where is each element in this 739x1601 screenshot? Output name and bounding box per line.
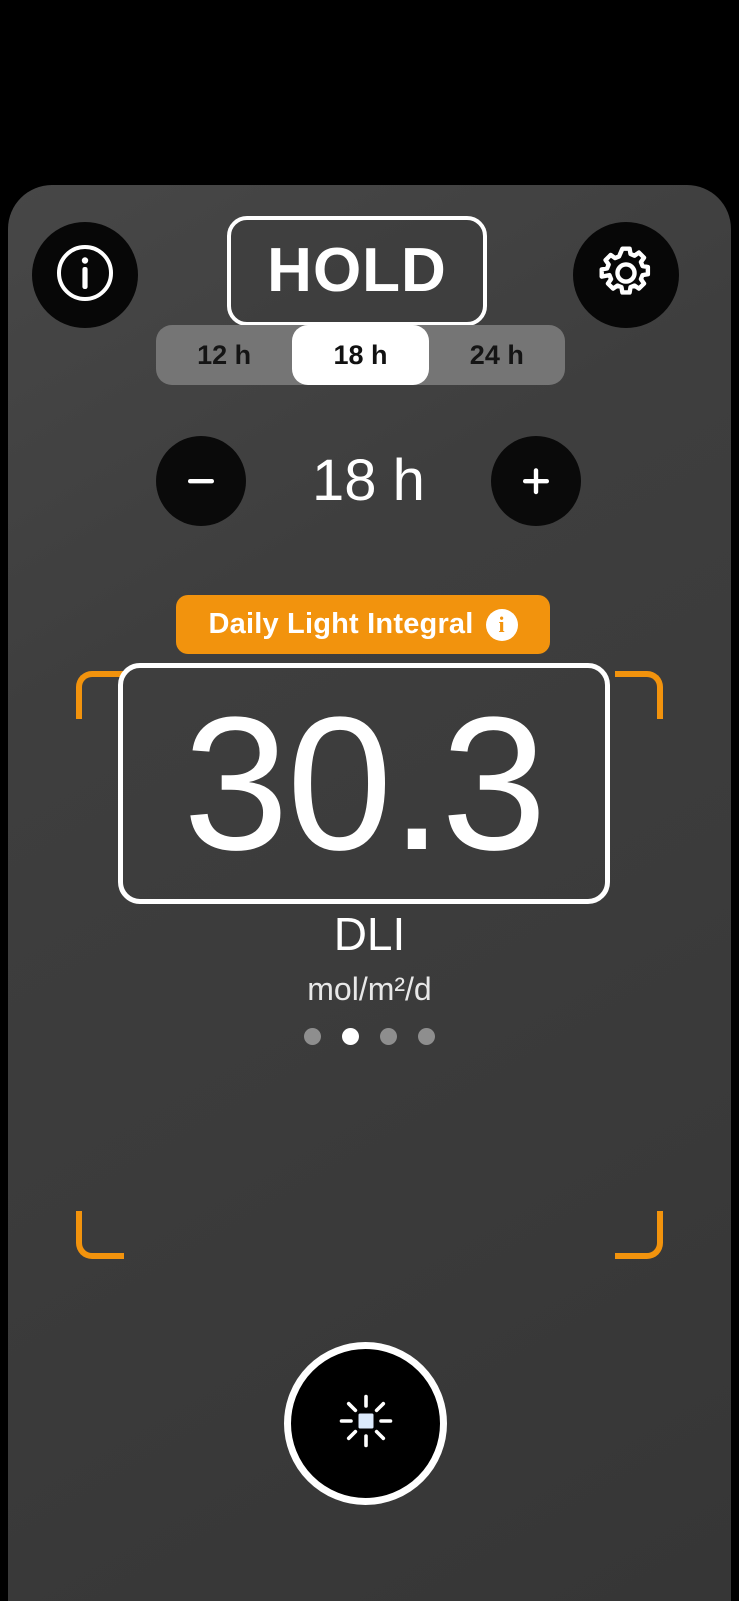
reticle-bracket-top-left xyxy=(76,671,124,719)
page-dot[interactable] xyxy=(304,1028,321,1045)
page-indicator[interactable] xyxy=(8,1028,731,1045)
page-dot[interactable] xyxy=(342,1028,359,1045)
reticle-bracket-bottom-right xyxy=(615,1211,663,1259)
segment-18h[interactable]: 18 h xyxy=(292,325,429,385)
light-toggle-button[interactable] xyxy=(284,1342,447,1505)
reticle-bracket-bottom-left xyxy=(76,1211,124,1259)
top-bar: HOLD xyxy=(8,216,731,334)
settings-button[interactable] xyxy=(573,222,679,328)
daily-light-integral-label: Daily Light Integral xyxy=(208,608,474,640)
measurement-panel: HOLD 12 h 18 h 24 h 18 h Daily Light Int… xyxy=(8,185,731,1601)
reticle-bracket-top-right xyxy=(615,671,663,719)
duration-segmented-control[interactable]: 12 h 18 h 24 h xyxy=(156,325,565,385)
minus-icon xyxy=(188,479,214,484)
info-circle-icon xyxy=(54,242,116,309)
page-dot[interactable] xyxy=(380,1028,397,1045)
duration-stepper: 18 h xyxy=(156,436,581,528)
app-root: HOLD 12 h 18 h 24 h 18 h Daily Light Int… xyxy=(0,0,739,1601)
increment-button[interactable] xyxy=(491,436,581,526)
page-dot[interactable] xyxy=(418,1028,435,1045)
reading-value-box: 30.3 xyxy=(118,663,610,904)
reading-value: 30.3 xyxy=(183,677,547,890)
duration-value: 18 h xyxy=(312,448,425,513)
segment-24h[interactable]: 24 h xyxy=(429,325,565,385)
info-circle-icon[interactable]: i xyxy=(485,608,518,641)
hold-button-label: HOLD xyxy=(267,236,447,305)
reading-units: mol/m²/d xyxy=(307,971,432,1007)
info-button[interactable] xyxy=(32,222,138,328)
plus-icon xyxy=(523,468,549,495)
segment-12h[interactable]: 12 h xyxy=(156,325,292,385)
brightness-sun-icon xyxy=(330,1385,402,1462)
hold-button[interactable]: HOLD xyxy=(227,216,487,326)
decrement-button[interactable] xyxy=(156,436,246,526)
reading-name: DLI xyxy=(333,908,406,960)
daily-light-integral-badge[interactable]: Daily Light Integral i xyxy=(176,595,550,654)
gear-icon xyxy=(595,242,657,309)
